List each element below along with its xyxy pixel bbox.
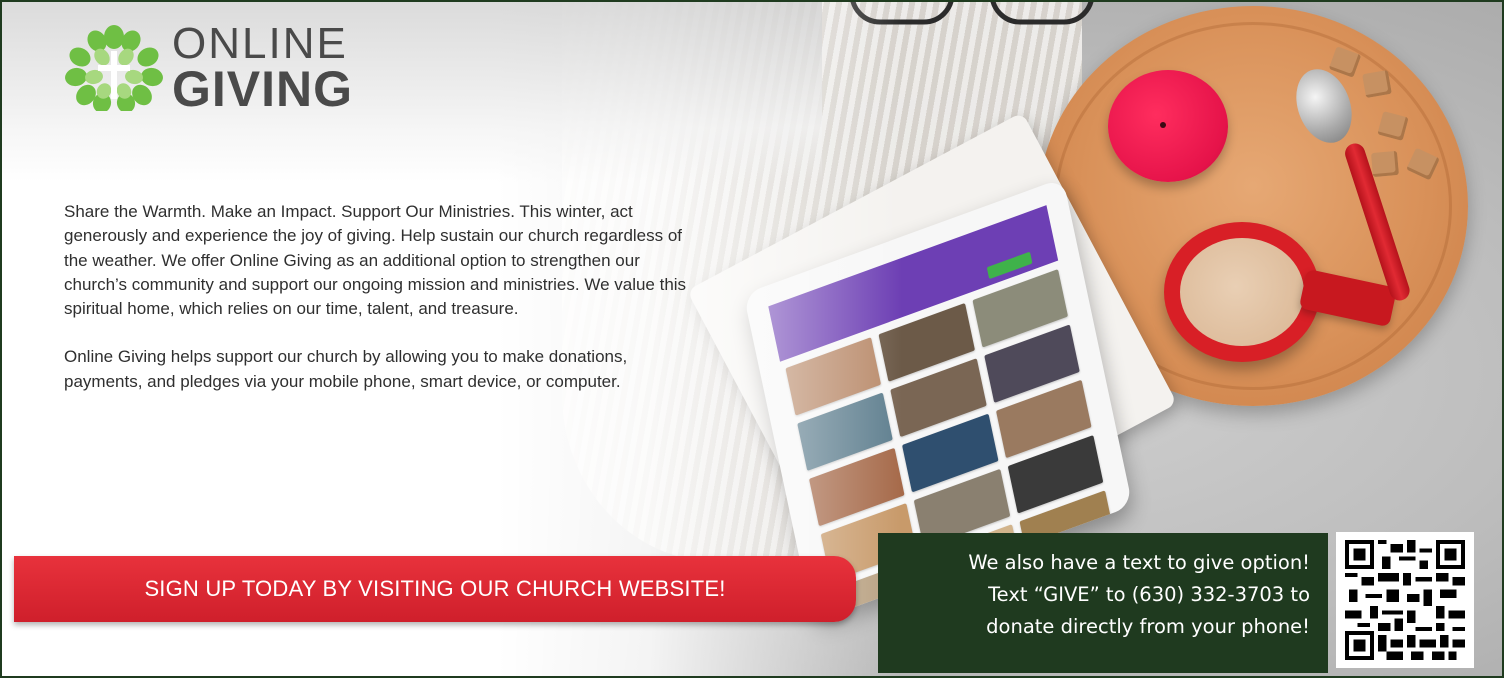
body-paragraph-2: Online Giving helps support our church b… bbox=[64, 347, 628, 391]
coffee-cup bbox=[1164, 222, 1320, 362]
sign-up-banner-label: SIGN UP TODAY BY VISITING OUR CHURCH WEB… bbox=[144, 576, 726, 601]
sugar-cube bbox=[1371, 150, 1399, 178]
qr-code-icon bbox=[1345, 540, 1465, 660]
online-giving-ad: ONLINE GIVING Share the Warmth. Make an … bbox=[0, 0, 1504, 678]
body-copy: Share the Warmth. Make an Impact. Suppor… bbox=[64, 200, 704, 394]
red-candle bbox=[1108, 70, 1228, 182]
text-to-give-line-3: donate directly from your phone! bbox=[986, 615, 1310, 638]
online-giving-logo: ONLINE GIVING bbox=[64, 22, 353, 114]
logo-text: ONLINE GIVING bbox=[172, 19, 354, 117]
leaf-cross-icon bbox=[65, 25, 163, 111]
sign-up-banner[interactable]: SIGN UP TODAY BY VISITING OUR CHURCH WEB… bbox=[14, 556, 856, 622]
text-to-give-box: We also have a text to give option! Text… bbox=[878, 533, 1328, 673]
logo-line-giving: GIVING bbox=[172, 61, 354, 117]
qr-code[interactable] bbox=[1336, 532, 1474, 668]
logo-line-online: ONLINE bbox=[172, 19, 348, 68]
body-paragraph-1: Share the Warmth. Make an Impact. Suppor… bbox=[64, 202, 687, 319]
text-to-give-line-2: Text “GIVE” to (630) 332-3703 to bbox=[988, 583, 1310, 606]
text-to-give-line-1: We also have a text to give option! bbox=[968, 551, 1310, 574]
sugar-cube bbox=[1362, 69, 1392, 99]
